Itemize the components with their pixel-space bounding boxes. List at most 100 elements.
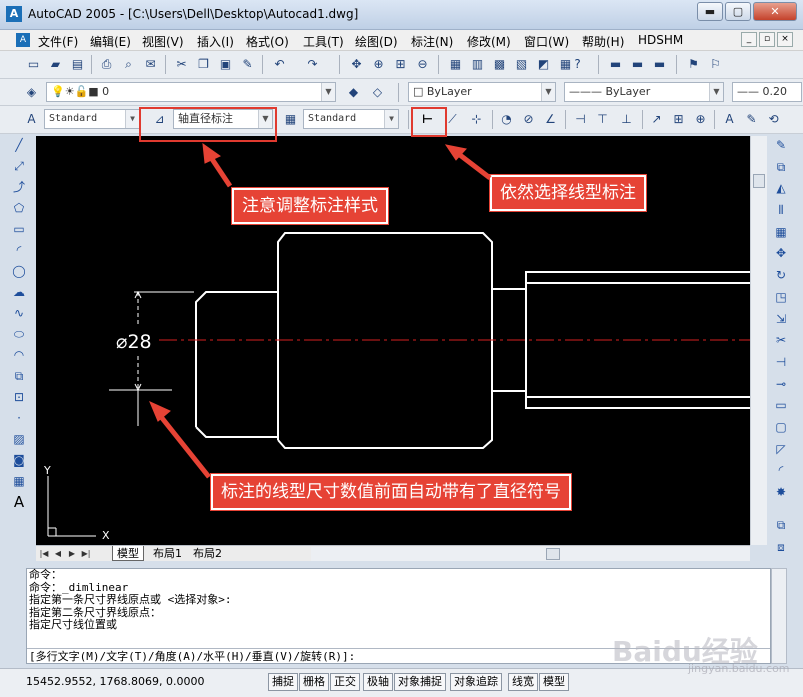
- break-icon[interactable]: ▭: [771, 396, 791, 415]
- vertical-scroll-thumb[interactable]: [753, 174, 765, 188]
- cut-icon[interactable]: ✂: [172, 55, 191, 74]
- text-style-dropdown[interactable]: Standard ▼: [44, 109, 140, 129]
- ellipse-icon[interactable]: ⬭: [9, 325, 29, 344]
- quick-dimension-icon[interactable]: ⊣: [571, 110, 590, 129]
- table-style-dropdown[interactable]: Standard ▼: [303, 109, 399, 129]
- drawing-doc-icon[interactable]: A: [16, 33, 30, 47]
- zoom-realtime-icon[interactable]: ⊕: [369, 55, 388, 74]
- menu-help[interactable]: 帮助(H): [582, 33, 624, 50]
- polar-toggle[interactable]: 极轴: [363, 673, 393, 691]
- dimension-text-edit-icon[interactable]: ✎: [742, 110, 761, 129]
- tab-model[interactable]: 模型: [112, 546, 144, 561]
- break-at-point-icon[interactable]: ⊸: [771, 375, 791, 394]
- angular-dimension-icon[interactable]: ∠: [541, 110, 560, 129]
- model-toggle[interactable]: 模型: [539, 673, 569, 691]
- dimension-update-icon[interactable]: ⟲: [764, 110, 783, 129]
- rotate-icon[interactable]: ↻: [771, 266, 791, 285]
- diameter-dimension[interactable]: [109, 290, 194, 426]
- hdshm-tool-5-icon[interactable]: ⚐: [706, 55, 725, 74]
- menu-modify[interactable]: 修改(M): [467, 33, 511, 50]
- center-mark-icon[interactable]: ⊕: [691, 110, 710, 129]
- diameter-dimension-icon[interactable]: ⊘: [519, 110, 538, 129]
- table-icon[interactable]: ▦: [9, 472, 29, 491]
- tab-layout1[interactable]: 布局1: [149, 546, 186, 561]
- erase-icon[interactable]: ✎: [771, 136, 791, 155]
- dimension-text[interactable]: ⌀28: [116, 331, 152, 353]
- ortho-toggle[interactable]: 正交: [330, 673, 360, 691]
- draw-order-icon[interactable]: ⧉: [771, 516, 791, 535]
- move-icon[interactable]: ✥: [771, 244, 791, 263]
- polygon-icon[interactable]: ⬠: [9, 199, 29, 218]
- doc-minimize-icon[interactable]: _: [741, 32, 757, 47]
- make-block-icon[interactable]: ⊡: [9, 388, 29, 407]
- hatch-icon[interactable]: ▨: [9, 430, 29, 449]
- copy-object-icon[interactable]: ⧉: [771, 158, 791, 177]
- layer-previous-icon[interactable]: ◇: [368, 83, 387, 102]
- table-style-icon[interactable]: ▦: [281, 110, 300, 129]
- circle-icon[interactable]: ◯: [9, 262, 29, 281]
- menu-draw[interactable]: 绘图(D): [355, 33, 398, 50]
- canvas-vertical-scrollbar[interactable]: [750, 136, 767, 545]
- make-current-layer-icon[interactable]: ◆: [344, 83, 363, 102]
- blocks-icon[interactable]: ⧈: [771, 538, 791, 557]
- minimize-button[interactable]: ▬: [697, 2, 723, 21]
- horizontal-scroll-thumb[interactable]: [546, 548, 560, 560]
- trim-icon[interactable]: ✂: [771, 331, 791, 350]
- hdshm-tool-3-icon[interactable]: ▬: [650, 55, 669, 74]
- offset-icon[interactable]: ⫴: [771, 201, 791, 220]
- grid-toggle[interactable]: 栅格: [299, 673, 329, 691]
- menu-edit[interactable]: 编辑(E): [90, 33, 131, 50]
- polyline-icon[interactable]: ⤴: [9, 178, 29, 197]
- continue-dimension-icon[interactable]: ⊥: [617, 110, 636, 129]
- layer-dropdown[interactable]: 💡☀🔓■ 0 ▼: [46, 82, 336, 102]
- menu-window[interactable]: 窗口(W): [524, 33, 569, 50]
- color-dropdown[interactable]: □ ByLayer ▼: [408, 82, 556, 102]
- menu-tools[interactable]: 工具(T): [303, 33, 344, 50]
- match-properties-icon[interactable]: ✎: [238, 55, 257, 74]
- scale-icon[interactable]: ◳: [771, 288, 791, 307]
- next-tab-icon[interactable]: ▶: [66, 547, 78, 560]
- stretch-icon[interactable]: ⇲: [771, 310, 791, 329]
- lineweight-toggle[interactable]: 线宽: [508, 673, 538, 691]
- undo-icon[interactable]: ↶: [270, 55, 289, 74]
- hdshm-tool-1-icon[interactable]: ▬: [606, 55, 625, 74]
- line-icon[interactable]: ╱: [9, 136, 29, 155]
- chamfer-icon[interactable]: ◸: [771, 440, 791, 459]
- first-tab-icon[interactable]: |◀: [38, 547, 50, 560]
- hdshm-tool-4-icon[interactable]: ⚑: [684, 55, 703, 74]
- otrack-toggle[interactable]: 对象追踪: [450, 673, 502, 691]
- design-center-icon[interactable]: ▥: [468, 55, 487, 74]
- region-icon[interactable]: ◙: [9, 451, 29, 470]
- menu-format[interactable]: 格式(O): [246, 33, 289, 50]
- construction-line-icon[interactable]: ⤢: [9, 157, 29, 176]
- dimension-edit-icon[interactable]: A: [720, 110, 739, 129]
- redo-icon[interactable]: ↷: [303, 55, 322, 74]
- tab-layout2[interactable]: 布局2: [189, 546, 226, 561]
- doc-restore-icon[interactable]: ▫: [759, 32, 775, 47]
- menu-file[interactable]: 文件(F): [38, 33, 78, 50]
- prev-tab-icon[interactable]: ◀: [52, 547, 64, 560]
- menu-insert[interactable]: 插入(I): [197, 33, 234, 50]
- close-button[interactable]: ✕: [753, 2, 797, 21]
- zoom-window-icon[interactable]: ⊞: [391, 55, 410, 74]
- pan-icon[interactable]: ✥: [347, 55, 366, 74]
- plot-preview-icon[interactable]: ⌕: [119, 55, 138, 74]
- maximize-button[interactable]: ▢: [725, 2, 751, 21]
- extend-icon[interactable]: ⊣: [771, 353, 791, 372]
- array-icon[interactable]: ▦: [771, 223, 791, 242]
- open-icon[interactable]: ▰: [46, 55, 65, 74]
- help-icon[interactable]: ?: [568, 55, 587, 74]
- canvas-horizontal-scrollbar[interactable]: [311, 547, 750, 561]
- explode-icon[interactable]: ✸: [771, 483, 791, 502]
- properties-icon[interactable]: ▦: [446, 55, 465, 74]
- hdshm-tool-2-icon[interactable]: ▬: [628, 55, 647, 74]
- publish-icon[interactable]: ✉: [141, 55, 160, 74]
- command-scrollbar[interactable]: [771, 568, 787, 664]
- join-icon[interactable]: ▢: [771, 418, 791, 437]
- tool-palettes-icon[interactable]: ▩: [490, 55, 509, 74]
- text-style-icon[interactable]: A: [22, 110, 41, 129]
- ordinate-dimension-icon[interactable]: ⊹: [467, 110, 486, 129]
- point-icon[interactable]: ·: [9, 409, 29, 428]
- arc-icon[interactable]: ◜: [9, 241, 29, 260]
- doc-close-icon[interactable]: ×: [777, 32, 793, 47]
